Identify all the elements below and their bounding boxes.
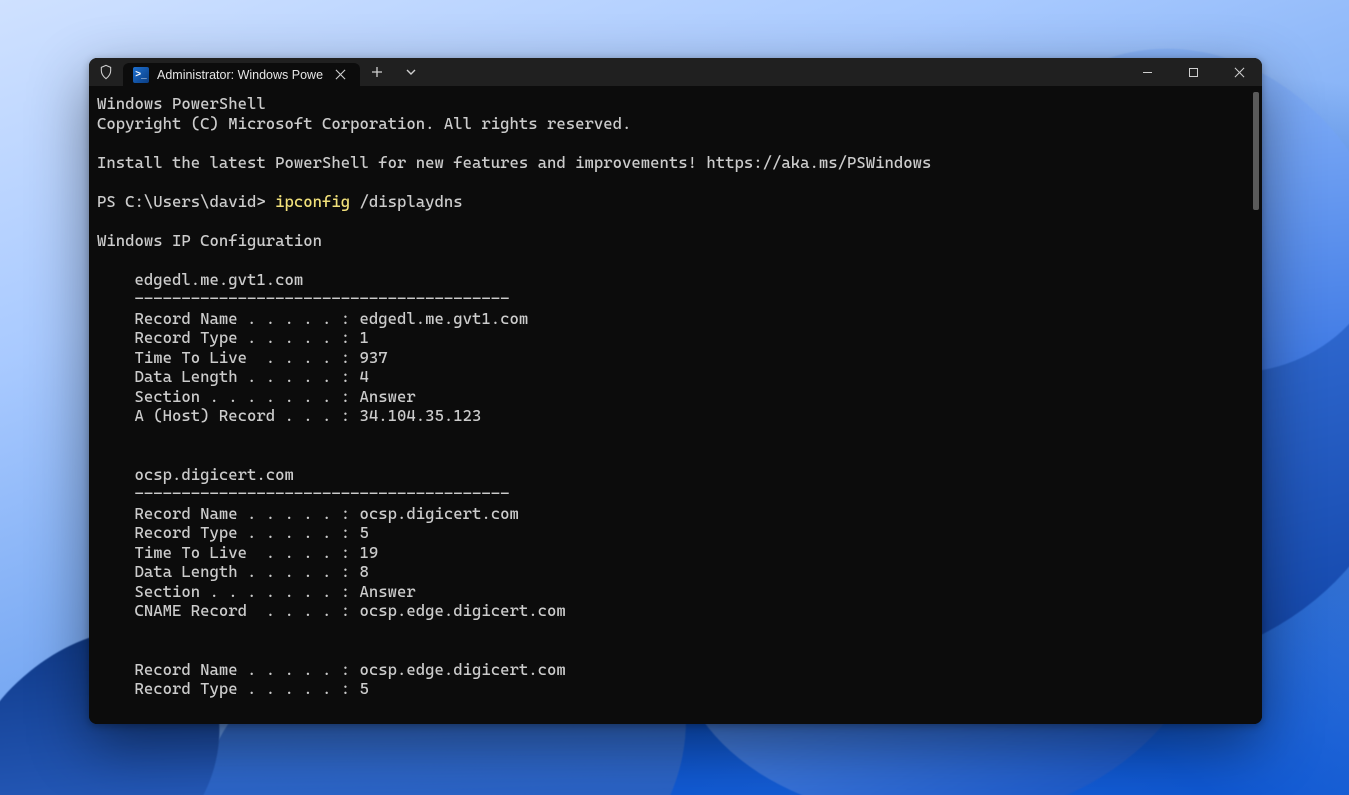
window-close-button[interactable] <box>1216 58 1262 86</box>
tab-title: Administrator: Windows Powe <box>157 68 323 82</box>
terminal-window: >_ Administrator: Windows Powe <box>89 58 1262 724</box>
titlebar[interactable]: >_ Administrator: Windows Powe <box>89 58 1262 86</box>
tab-active[interactable]: >_ Administrator: Windows Powe <box>123 63 360 86</box>
tab-dropdown-button[interactable] <box>394 66 428 78</box>
tab-close-button[interactable] <box>331 67 350 82</box>
minimize-button[interactable] <box>1124 58 1170 86</box>
scrollbar-thumb[interactable] <box>1253 92 1259 210</box>
terminal-output[interactable]: Windows PowerShell Copyright (C) Microso… <box>89 86 1262 724</box>
admin-shield-icon <box>89 58 123 86</box>
powershell-icon: >_ <box>133 67 149 83</box>
new-tab-button[interactable] <box>360 66 394 78</box>
desktop-background: >_ Administrator: Windows Powe <box>0 0 1349 795</box>
titlebar-drag-area[interactable] <box>428 58 1124 86</box>
maximize-button[interactable] <box>1170 58 1216 86</box>
